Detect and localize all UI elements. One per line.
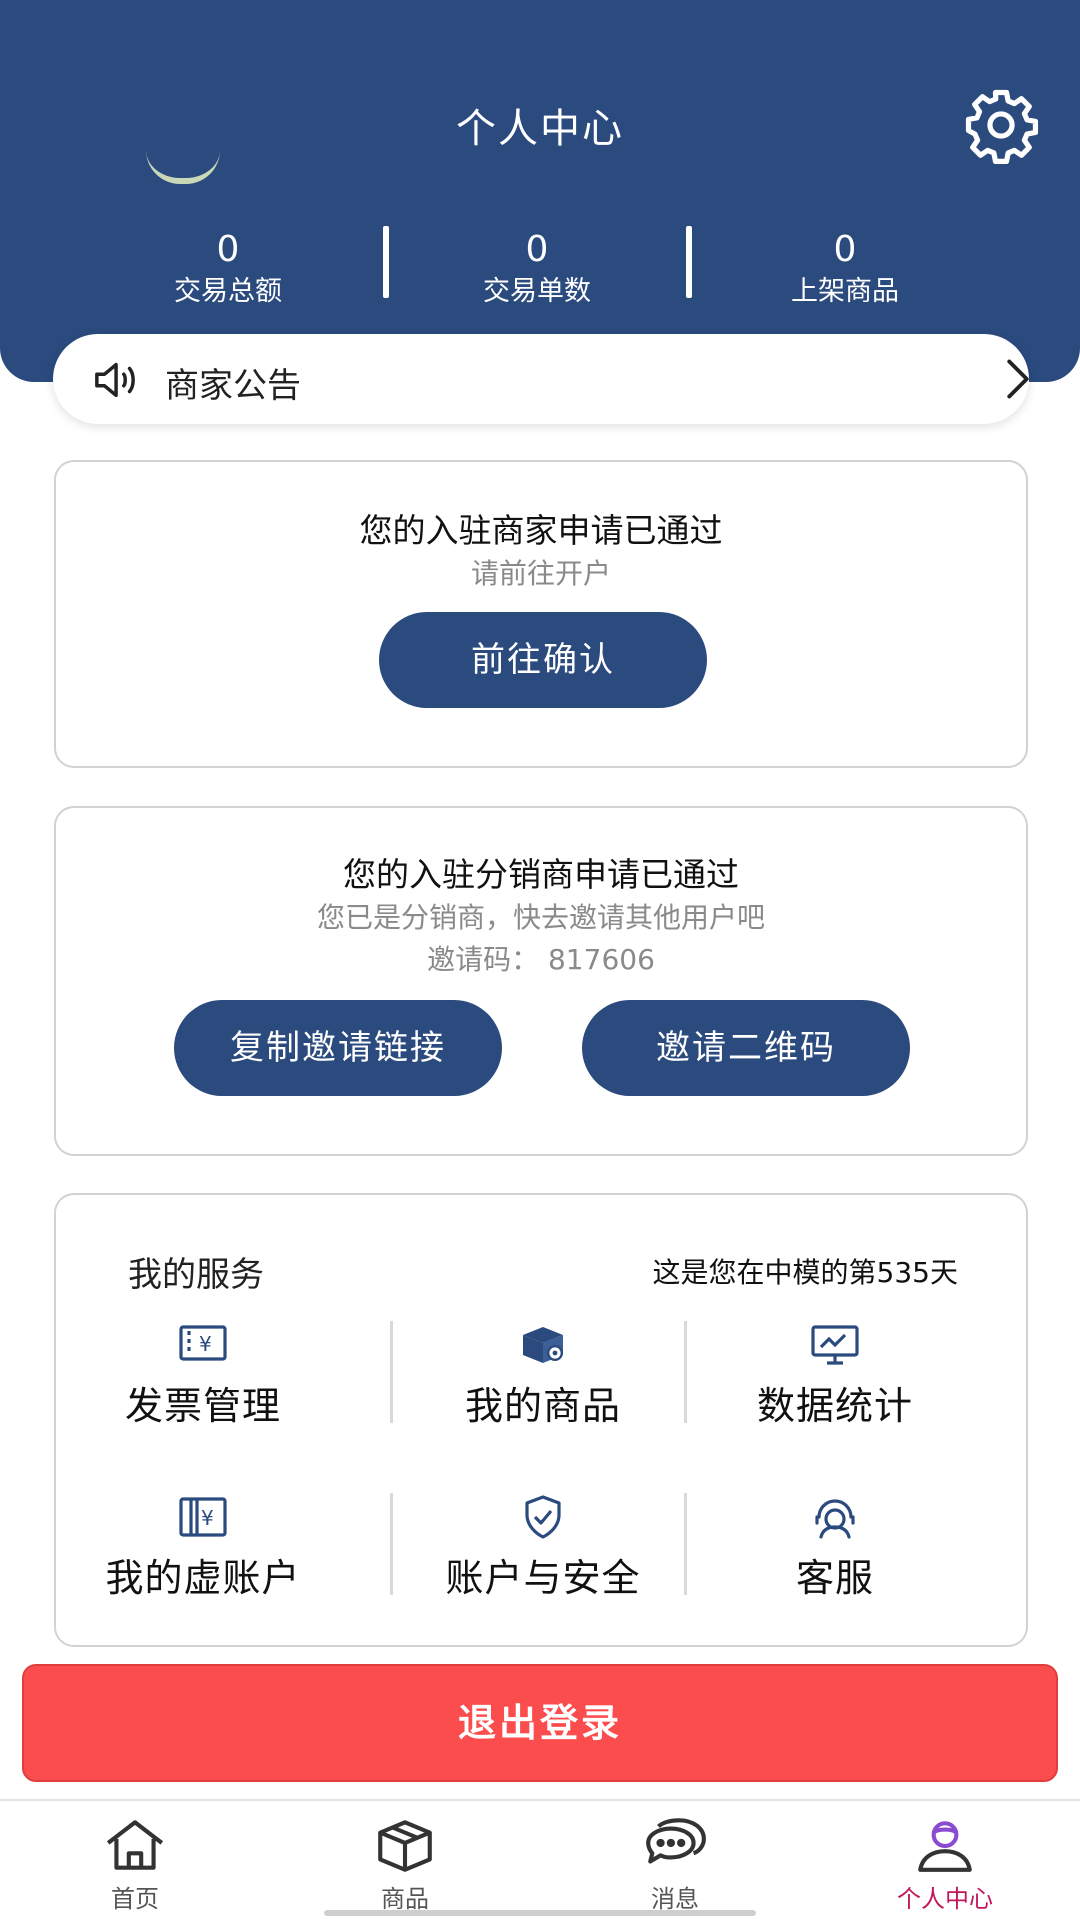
- invoice-icon: ¥: [179, 1325, 227, 1361]
- service-label: 我的虚账户: [105, 1556, 301, 1600]
- service-divider: [390, 1493, 393, 1595]
- notice-label: 商家公告: [165, 366, 301, 406]
- tab-label: 消息: [651, 1885, 699, 1913]
- service-label: 发票管理: [124, 1384, 281, 1428]
- stat-value: 0: [525, 229, 549, 270]
- stat-label: 交易总额: [174, 276, 282, 307]
- settings-gear-icon[interactable]: [962, 86, 1040, 164]
- stat-listed-products[interactable]: 0 上架商品: [725, 228, 965, 310]
- distributor-approval-subtitle: 您已是分销商，快去邀请其他用户吧: [316, 901, 765, 934]
- virtual-account-icon: ¥: [179, 1497, 227, 1537]
- service-virtual-account[interactable]: ¥ 我的虚账户: [56, 1495, 350, 1602]
- customer-service-icon: [815, 1499, 855, 1539]
- stat-trade-count[interactable]: 0 交易单数: [417, 228, 657, 310]
- stat-divider: [686, 226, 692, 298]
- tab-home[interactable]: 首页: [60, 1815, 210, 1914]
- svg-text:¥: ¥: [199, 1332, 212, 1356]
- stat-divider: [383, 226, 389, 298]
- service-divider: [390, 1321, 393, 1423]
- merchant-notice-bar[interactable]: 商家公告: [53, 334, 1029, 424]
- speaker-icon: [95, 362, 135, 398]
- stat-trade-total[interactable]: 0 交易总额: [108, 228, 348, 310]
- merchant-approval-title: 您的入驻商家申请已通过: [359, 511, 723, 550]
- home-indicator: [324, 1910, 756, 1916]
- services-title: 我的服务: [128, 1255, 264, 1295]
- invite-qrcode-button[interactable]: 邀请二维码: [582, 1000, 910, 1096]
- box-icon: [378, 1820, 432, 1872]
- tab-label: 个人中心: [897, 1885, 993, 1913]
- service-my-products[interactable]: 我的商品: [396, 1323, 690, 1430]
- shield-check-icon: [525, 1495, 561, 1539]
- service-divider: [684, 1493, 687, 1595]
- service-account-security[interactable]: 账户与安全: [396, 1495, 690, 1602]
- copy-invite-link-button[interactable]: 复制邀请链接: [174, 1000, 502, 1096]
- merchant-approval-card: 您的入驻商家申请已通过 请前往开户 前往确认: [54, 460, 1028, 768]
- invite-code: 邀请码： 817606: [427, 943, 655, 976]
- product-box-icon: [523, 1327, 564, 1363]
- user-icon: [918, 1821, 972, 1872]
- distributor-approval-card: 您的入驻分销商申请已通过 您已是分销商，快去邀请其他用户吧 邀请码： 81760…: [54, 806, 1028, 1156]
- merchant-approval-subtitle: 请前往开户: [470, 557, 611, 590]
- page-title: 个人中心: [456, 106, 624, 152]
- tab-label: 商品: [381, 1885, 429, 1913]
- service-label: 我的商品: [464, 1384, 621, 1428]
- stat-label: 上架商品: [791, 276, 899, 307]
- service-label: 客服: [795, 1556, 874, 1600]
- service-label: 账户与安全: [445, 1556, 641, 1600]
- svg-text:¥: ¥: [201, 1506, 214, 1530]
- tab-profile[interactable]: 个人中心: [870, 1815, 1020, 1914]
- bottom-tab-bar: 首页 商品 消息 个人中心: [0, 1799, 1080, 1922]
- stat-label: 交易单数: [483, 276, 591, 307]
- profile-header: 个人中心 0 交易总额 0 交易单数 0 上架商品: [0, 0, 1080, 382]
- home-icon: [106, 1820, 164, 1870]
- confirm-button[interactable]: 前往确认: [379, 612, 707, 708]
- service-divider: [684, 1321, 687, 1423]
- chevron-right-icon: [1007, 359, 1029, 399]
- tab-label: 首页: [111, 1885, 159, 1913]
- service-statistics[interactable]: 数据统计: [688, 1323, 982, 1430]
- chat-icon: [646, 1818, 706, 1864]
- distributor-approval-title: 您的入驻分销商申请已通过: [343, 855, 739, 894]
- days-counter: 这是您在中模的第535天: [652, 1256, 958, 1289]
- service-label: 数据统计: [756, 1384, 913, 1428]
- service-customer-support[interactable]: 客服: [688, 1495, 982, 1602]
- tab-products[interactable]: 商品: [330, 1815, 480, 1914]
- chart-monitor-icon: [811, 1325, 859, 1365]
- stat-value: 0: [833, 229, 857, 270]
- my-services-card: 我的服务 这是您在中模的第535天 ¥ 发票管理 我的商品 数据统计 ¥ 我的虚…: [54, 1193, 1028, 1647]
- stat-value: 0: [216, 229, 240, 270]
- service-invoice[interactable]: ¥ 发票管理: [56, 1323, 350, 1430]
- logout-button[interactable]: 退出登录: [22, 1664, 1058, 1782]
- avatar[interactable]: [146, 150, 220, 184]
- tab-messages[interactable]: 消息: [600, 1815, 750, 1914]
